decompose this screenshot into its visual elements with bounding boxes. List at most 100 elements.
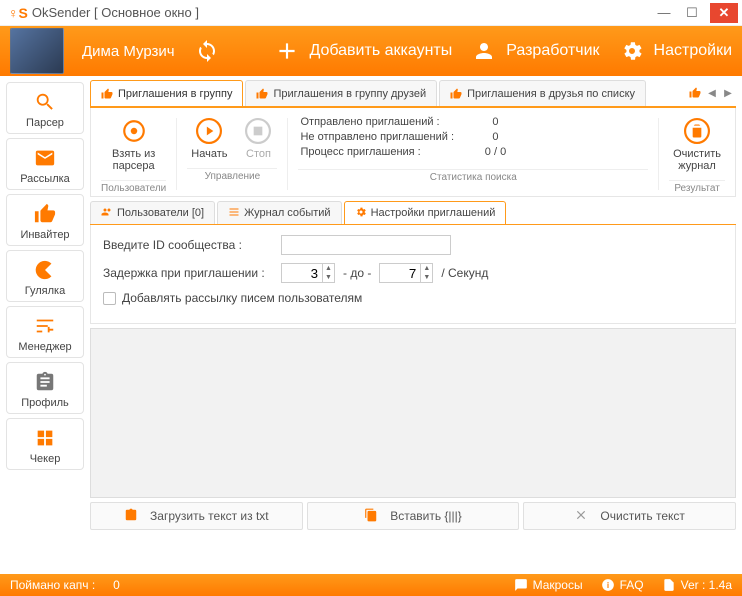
btn-label: Вставить {|||} [390, 509, 462, 523]
sub-tabs: Пользователи [0] Журнал событий Настройк… [90, 201, 736, 225]
header: Дима Мурзич Добавить аккаунты Разработчи… [0, 26, 742, 76]
load-txt-button[interactable]: Загрузить текст из txt [90, 502, 303, 530]
community-id-label: Введите ID сообщества : [103, 238, 273, 252]
gear-small-icon [355, 206, 367, 221]
tab-label: Приглашения в группу [118, 88, 232, 100]
main-area: Приглашения в группу Приглашения в групп… [90, 76, 742, 574]
subtab-log[interactable]: Журнал событий [217, 201, 341, 224]
info-icon: i [601, 578, 615, 592]
mailing-checkbox-row[interactable]: Добавлять рассылку писем пользователям [103, 291, 723, 305]
subtab-users[interactable]: Пользователи [0] [90, 201, 215, 224]
target-icon [119, 116, 149, 146]
group-label-result: Результат [669, 180, 725, 194]
sidebar: Парсер Рассылка Инвайтер Гулялка Менедже… [0, 76, 90, 574]
sidebar-label: Рассылка [20, 173, 70, 185]
version-text: Ver : 1.4a [681, 578, 732, 592]
macros-button[interactable]: Макросы [514, 578, 583, 592]
refresh-button[interactable] [193, 37, 221, 65]
stat-process-label: Процесс приглашения : [300, 146, 470, 158]
spin-down-icon[interactable]: ▼ [323, 273, 334, 282]
stop-button[interactable]: Стоп [239, 114, 277, 162]
minimize-button[interactable]: — [650, 3, 678, 23]
sidebar-item-checker[interactable]: Чекер [6, 418, 84, 470]
btn-label: Очистить журнал [673, 148, 721, 172]
checkbox-label: Добавлять рассылку писем пользователям [122, 291, 362, 305]
x-icon [574, 508, 588, 525]
thumb-up-icon [101, 88, 113, 100]
thumb-up-icon [32, 201, 58, 227]
sidebar-item-walker[interactable]: Гулялка [6, 250, 84, 302]
app-logo-icon: ♀S [8, 5, 28, 21]
sliders-icon [32, 313, 58, 339]
plus-icon [273, 37, 301, 65]
start-button[interactable]: Начать [187, 114, 231, 162]
main-tabs: Приглашения в группу Приглашения в групп… [90, 80, 736, 108]
avatar [10, 28, 64, 74]
tab-invite-group[interactable]: Приглашения в группу [90, 80, 243, 106]
tab-label: Приглашения в друзья по списку [467, 88, 635, 100]
thumb-up-icon [256, 88, 268, 100]
sidebar-label: Парсер [26, 117, 64, 129]
add-accounts-button[interactable]: Добавить аккаунты [273, 37, 452, 65]
stat-notsent-value: 0 [470, 131, 520, 143]
sidebar-item-mailing[interactable]: Рассылка [6, 138, 84, 190]
bottom-actions: Загрузить текст из txt Вставить {|||} Оч… [90, 502, 736, 530]
spin-up-icon[interactable]: ▲ [421, 264, 432, 273]
btn-label: Стоп [246, 148, 271, 160]
sidebar-label: Чекер [30, 453, 61, 465]
faq-label: FAQ [620, 578, 644, 592]
group-label-control: Управление [187, 168, 277, 182]
delay-unit: / Секунд [441, 266, 488, 280]
stat-notsent-label: Не отправлено приглашений : [300, 131, 470, 143]
sidebar-item-manager[interactable]: Менеджер [6, 306, 84, 358]
clear-text-button[interactable]: Очистить текст [523, 502, 736, 530]
tab-invite-friends-list[interactable]: Приглашения в друзья по списку [439, 80, 646, 106]
message-textarea[interactable] [90, 328, 736, 498]
apps-icon [32, 425, 58, 451]
refresh-icon [193, 37, 221, 65]
faq-button[interactable]: i FAQ [601, 578, 644, 592]
tab-scroll-right[interactable]: ▶ [720, 88, 736, 99]
sidebar-item-parser[interactable]: Парсер [6, 82, 84, 134]
subtab-label: Пользователи [0] [117, 207, 204, 219]
tab-overflow-icon[interactable] [686, 87, 704, 99]
maximize-button[interactable]: ☐ [678, 3, 706, 23]
btn-label: Начать [191, 148, 227, 160]
stat-sent-label: Отправлено приглашений : [300, 116, 470, 128]
thumb-up-icon [450, 88, 462, 100]
group-label-users: Пользователи [101, 180, 166, 194]
close-button[interactable]: ✕ [710, 3, 738, 23]
stats-block: Отправлено приглашений :0 Не отправлено … [298, 114, 522, 163]
search-icon [32, 89, 58, 115]
spin-down-icon[interactable]: ▼ [421, 273, 432, 282]
clear-log-button[interactable]: Очистить журнал [669, 114, 725, 174]
tab-invite-friends-group[interactable]: Приглашения в группу друзей [245, 80, 437, 106]
developer-label: Разработчик [506, 42, 599, 60]
sidebar-item-inviter[interactable]: Инвайтер [6, 194, 84, 246]
spin-up-icon[interactable]: ▲ [323, 264, 334, 273]
delay-to-stepper[interactable]: ▲▼ [379, 263, 433, 283]
mail-icon [32, 145, 58, 171]
gear-icon [618, 37, 646, 65]
paste-macro-button[interactable]: Вставить {|||} [307, 502, 520, 530]
developer-button[interactable]: Разработчик [470, 37, 599, 65]
take-from-parser-button[interactable]: Взять из парсера [108, 114, 159, 174]
sidebar-label: Гулялка [25, 285, 65, 297]
settings-panel: Введите ID сообщества : Задержка при при… [90, 225, 736, 324]
sidebar-label: Менеджер [18, 341, 71, 353]
tab-label: Приглашения в группу друзей [273, 88, 426, 100]
settings-button[interactable]: Настройки [618, 37, 732, 65]
delay-from-input[interactable] [282, 264, 322, 282]
sidebar-item-profile[interactable]: Профиль [6, 362, 84, 414]
community-id-input[interactable] [281, 235, 451, 255]
stat-sent-value: 0 [470, 116, 520, 128]
stat-process-value: 0 / 0 [470, 146, 520, 158]
delay-to-input[interactable] [380, 264, 420, 282]
play-icon [194, 116, 224, 146]
tab-scroll-left[interactable]: ◀ [704, 88, 720, 99]
checkbox-icon[interactable] [103, 292, 116, 305]
version-label: Ver : 1.4a [662, 578, 732, 592]
subtab-settings[interactable]: Настройки приглашений [344, 201, 507, 224]
pacman-icon [32, 257, 58, 283]
delay-from-stepper[interactable]: ▲▼ [281, 263, 335, 283]
